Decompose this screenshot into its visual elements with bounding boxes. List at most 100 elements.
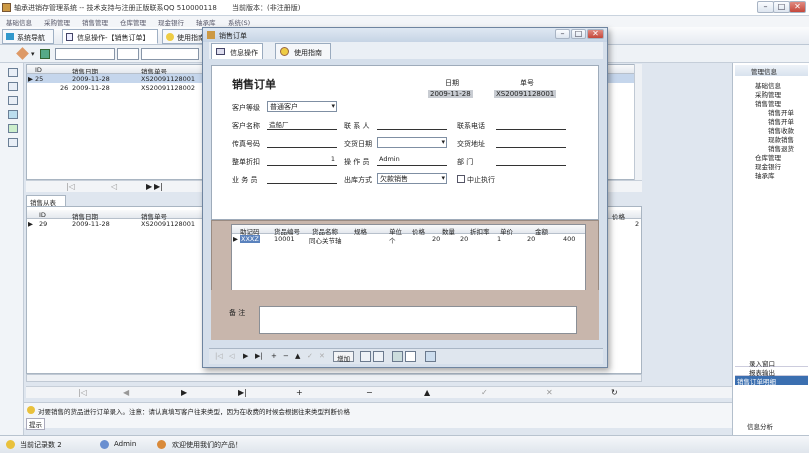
nav-next-button[interactable]: ▶ <box>146 182 152 191</box>
dialog-maximize-button[interactable]: □ <box>571 29 586 39</box>
page-icon[interactable] <box>405 351 416 362</box>
menu-purchase[interactable]: 采购管理 <box>44 17 70 27</box>
detail-grid-header: 助记码 货品编号 货品名称 规格 单位 价格 数量 折扣率 单价 金额 <box>232 225 585 236</box>
grid-icon[interactable] <box>8 68 18 77</box>
user-name: Admin <box>114 440 137 448</box>
app-title: 轴承进销存管理系统 -- 技术支持与注册正版联系QQ 510000118 <box>14 4 217 12</box>
dialog-title: 销售订单 <box>219 32 247 40</box>
right-panel: 管理信息 基础信息 采购管理 销售管理 销售开单 销售开单 销售收款 现款销售 … <box>732 63 809 435</box>
delivery-date-picker[interactable] <box>377 137 447 148</box>
tab-nav[interactable]: 系统导航 <box>2 29 54 44</box>
left-icon-strip <box>0 63 24 435</box>
field-select[interactable] <box>55 48 115 60</box>
form-title: 销售订单 <box>232 78 276 91</box>
value-input[interactable] <box>141 48 199 60</box>
nav-prev-button[interactable]: ◁ <box>111 182 117 191</box>
salesman-field[interactable] <box>267 173 337 184</box>
customer-name-field[interactable]: 造船厂 <box>267 119 337 130</box>
order-detail-item[interactable]: 销售订单明细 <box>735 376 808 386</box>
dropdown-icon[interactable]: ▾ <box>31 50 35 58</box>
record-count: 当前记录数 2 <box>20 441 62 449</box>
menu-system[interactable]: 系统(S) <box>228 17 250 27</box>
export-icon[interactable] <box>8 110 18 119</box>
menu-bearing[interactable]: 轴承库 <box>196 17 216 27</box>
department-field[interactable] <box>496 155 566 166</box>
close-button[interactable]: ✕ <box>789 1 806 13</box>
dialog-titlebar: 销售订单 – □ ✕ <box>203 28 607 42</box>
ship-method-select[interactable]: 欠款销售 <box>377 173 447 184</box>
app-icon <box>2 3 11 12</box>
contact-field[interactable] <box>377 119 447 130</box>
add-button[interactable]: 增加 <box>333 351 354 363</box>
hint-bar: 对要销售的货品进行订单录入。注意：请认真填写客户往来类型，因为在收费的时候会根据… <box>24 402 732 430</box>
entry-window-item[interactable]: 录入窗口 <box>735 358 808 368</box>
version-label: 当前版本：(非注册版) <box>232 4 301 12</box>
menu-basic-info[interactable]: 基础信息 <box>6 17 32 27</box>
hint-icon <box>27 406 35 414</box>
doc-icon <box>66 33 73 41</box>
welcome-icon <box>157 440 166 449</box>
welcome-text: 欢迎使用我们的产品！ <box>172 441 242 449</box>
order-form: 销售订单 日期 单号 2009-11-28 XS20091128001 客户等级… <box>211 65 599 220</box>
tab-info-operation[interactable]: 信息操作-【销售订单】 <box>62 29 158 44</box>
main-grid-scrollbar[interactable] <box>634 64 642 180</box>
filter-icon[interactable] <box>40 49 50 59</box>
menu-cash[interactable]: 现金银行 <box>158 17 184 27</box>
remark-section: 备 注 <box>211 290 599 340</box>
dialog-tab-info[interactable]: 信息操作 <box>211 43 263 59</box>
phone-field[interactable] <box>496 119 566 130</box>
dialog-tabs: 信息操作 使用指南 <box>209 42 603 59</box>
dialog-minimize-button[interactable]: – <box>555 29 570 39</box>
tree-node[interactable]: 轴承库 <box>755 170 775 180</box>
sales-order-dialog: 销售订单 – □ ✕ 信息操作 使用指南 销售订单 日期 单号 2009-11-… <box>202 27 608 368</box>
info-icon <box>216 48 225 55</box>
date-label: 日期 <box>445 79 459 87</box>
dialog-bottom-toolbar: |◁ ◁ ▶ ▶| + − ▲ ✓ ✕ 增加 <box>209 348 603 364</box>
preview-icon[interactable] <box>373 351 384 362</box>
hint-tab[interactable]: 提示 <box>26 418 45 430</box>
print-icon[interactable] <box>8 124 18 133</box>
order-no-label: 单号 <box>520 79 534 87</box>
app-titlebar: 轴承进销存管理系统 -- 技术支持与注册正版联系QQ 510000118 当前版… <box>0 0 809 16</box>
list-icon[interactable] <box>8 82 18 91</box>
dialog-icon <box>207 31 215 39</box>
minimize-button[interactable]: – <box>757 1 774 13</box>
menu-warehouse[interactable]: 仓库管理 <box>120 17 146 27</box>
records-icon <box>6 440 15 449</box>
info-analysis[interactable]: 信息分析 <box>747 421 773 431</box>
sub-grid-hscroll[interactable] <box>26 374 642 382</box>
maximize-button[interactable]: □ <box>773 1 790 13</box>
remark-field[interactable] <box>259 306 577 334</box>
discount-field[interactable]: 1 <box>267 155 337 166</box>
search-icon[interactable] <box>425 351 436 362</box>
order-no-value: XS20091128001 <box>494 90 557 98</box>
row-pointer-icon: ▶ <box>28 75 33 83</box>
report-output-item[interactable]: 报表输出 <box>735 367 808 377</box>
date-value: 2009-11-28 <box>428 90 473 98</box>
sub-grid-nav: |◁ ◀ ▶ ▶| + − ▲ ✓ ✕ ↻ <box>26 386 732 398</box>
col-id[interactable]: ID <box>35 66 42 74</box>
fax-field[interactable] <box>267 137 337 148</box>
table-row[interactable]: ▶ XXXZ 10001 同心关节轴 个 20 20 1 20 400 <box>232 234 585 245</box>
operator-field[interactable]: Admin <box>377 155 447 166</box>
menu-sales[interactable]: 销售管理 <box>82 17 108 27</box>
dialog-close-button[interactable]: ✕ <box>587 29 604 39</box>
help-icon <box>166 33 174 41</box>
subgrid-tab[interactable]: 销售从表 <box>26 195 66 207</box>
pencil-icon[interactable] <box>16 47 29 60</box>
right-panel-menu: 录入窗口 报表输出 销售订单明细 <box>735 358 808 386</box>
print-icon[interactable] <box>360 351 371 362</box>
customer-level-select[interactable]: 普通客户 <box>267 101 337 112</box>
help-icon <box>280 47 289 56</box>
suspend-checkbox[interactable] <box>457 175 465 183</box>
export-icon[interactable] <box>392 351 403 362</box>
nav-last-button[interactable]: ▶| <box>154 182 163 191</box>
report-icon[interactable] <box>8 138 18 147</box>
hint-text: 对要销售的货品进行订单录入。注意：请认真填写客户往来类型，因为在收费的时候会根据… <box>38 408 350 416</box>
right-panel-header: 管理信息 <box>735 65 808 76</box>
operator-select[interactable] <box>117 48 139 60</box>
nav-first-button[interactable]: |◁ <box>66 182 75 191</box>
delivery-address-field[interactable] <box>496 137 566 148</box>
table-icon[interactable] <box>8 96 18 105</box>
dialog-tab-guide[interactable]: 使用指南 <box>275 43 331 59</box>
